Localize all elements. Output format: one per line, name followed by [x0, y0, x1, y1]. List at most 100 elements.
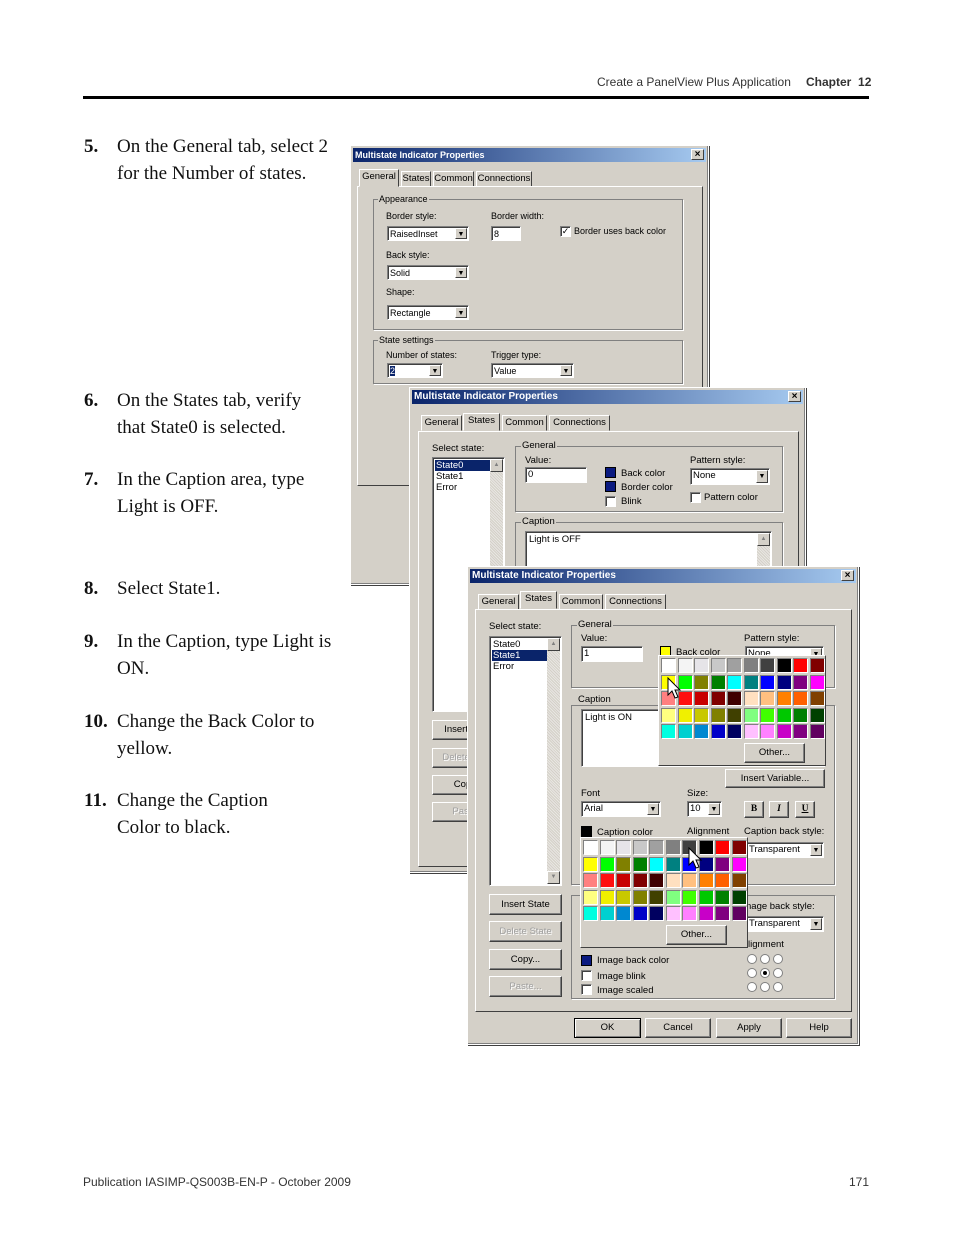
color-swatch[interactable] — [694, 707, 709, 723]
color-swatch[interactable] — [731, 856, 747, 872]
color-swatch[interactable] — [793, 691, 808, 706]
state-item-state0[interactable]: State0 — [435, 460, 491, 471]
dropdown-arrow-icon[interactable]: ▼ — [756, 470, 768, 483]
color-swatch[interactable] — [731, 906, 747, 921]
color-swatch[interactable] — [743, 707, 759, 723]
alignment-radio[interactable] — [747, 968, 757, 978]
color-swatch[interactable] — [694, 658, 709, 673]
color-swatch[interactable] — [710, 691, 726, 706]
color-swatch[interactable] — [632, 889, 648, 905]
color-swatch[interactable] — [727, 674, 742, 690]
color-swatch[interactable] — [661, 707, 676, 723]
color-swatch[interactable] — [616, 840, 631, 855]
color-swatch[interactable] — [710, 658, 726, 673]
dropdown-arrow-icon[interactable]: ▼ — [810, 844, 822, 856]
color-swatch[interactable] — [727, 724, 742, 739]
size-select[interactable]: 10 ▼ — [687, 801, 722, 817]
value-input[interactable]: 0 — [525, 467, 587, 483]
number-of-states-select[interactable]: 2 ▼ — [387, 363, 443, 378]
close-icon[interactable]: × — [788, 391, 801, 402]
color-swatch[interactable] — [599, 840, 615, 855]
color-swatch[interactable] — [743, 674, 759, 690]
color-swatch[interactable] — [776, 674, 792, 690]
color-swatch[interactable] — [616, 906, 631, 921]
color-swatch[interactable] — [809, 674, 825, 690]
color-swatch[interactable] — [776, 724, 792, 739]
color-swatch[interactable] — [710, 674, 726, 690]
tab-common[interactable]: Common — [502, 415, 547, 431]
tab-common[interactable]: Common — [433, 171, 474, 187]
state-item-error[interactable]: Error — [435, 482, 491, 493]
underline-button[interactable]: U — [795, 801, 815, 818]
state-list[interactable]: State0 State1 Error ▲ ▼ — [489, 636, 562, 886]
color-swatch[interactable] — [665, 889, 681, 905]
color-swatch[interactable] — [616, 873, 631, 888]
color-swatch[interactable] — [715, 856, 730, 872]
scrollbar[interactable]: ▲ ▼ — [547, 638, 560, 884]
close-icon[interactable]: × — [841, 570, 854, 581]
alignment-radio[interactable] — [773, 968, 783, 978]
color-swatch[interactable] — [649, 889, 664, 905]
color-swatch[interactable] — [599, 856, 615, 872]
scroll-down-icon[interactable]: ▼ — [547, 871, 560, 884]
color-swatch[interactable] — [583, 906, 598, 921]
image-back-style-select[interactable]: Transparent ▼ — [746, 916, 824, 932]
border-width-input[interactable]: 8 — [491, 226, 521, 241]
color-swatch[interactable] — [694, 691, 709, 706]
dialog-title-bar[interactable]: Multistate Indicator Properties × — [470, 569, 856, 583]
tab-connections[interactable]: Connections — [476, 171, 532, 187]
close-icon[interactable]: × — [691, 149, 704, 160]
dropdown-arrow-icon[interactable]: ▼ — [810, 918, 822, 930]
color-swatch[interactable] — [793, 724, 808, 739]
blink-checkbox[interactable] — [605, 496, 616, 507]
other-color-button[interactable]: Other... — [744, 743, 805, 763]
color-swatch[interactable] — [710, 724, 726, 739]
trigger-type-select[interactable]: Value ▼ — [491, 363, 574, 378]
color-swatch[interactable] — [698, 889, 714, 905]
color-swatch[interactable] — [661, 724, 676, 739]
state-item-error[interactable]: Error — [492, 661, 548, 672]
value-input[interactable]: 1 — [581, 646, 643, 662]
color-swatch[interactable] — [698, 906, 714, 921]
color-swatch[interactable] — [616, 889, 631, 905]
color-swatch[interactable] — [599, 906, 615, 921]
border-color-swatch[interactable] — [605, 481, 616, 492]
color-swatch[interactable] — [599, 873, 615, 888]
cancel-button[interactable]: Cancel — [645, 1018, 711, 1038]
color-swatch[interactable] — [599, 889, 615, 905]
color-swatch[interactable] — [649, 873, 664, 888]
back-style-select[interactable]: Solid ▼ — [387, 265, 469, 280]
tab-states[interactable]: States — [520, 591, 557, 609]
tab-states[interactable]: States — [401, 171, 431, 187]
border-style-select[interactable]: RaisedInset ▼ — [387, 226, 469, 241]
dropdown-arrow-icon[interactable]: ▼ — [455, 267, 467, 278]
color-swatch[interactable] — [583, 889, 598, 905]
color-swatch[interactable] — [694, 724, 709, 739]
ok-button[interactable]: OK — [574, 1018, 641, 1038]
color-swatch[interactable] — [632, 906, 648, 921]
scroll-up-icon[interactable]: ▲ — [757, 533, 770, 546]
color-swatch[interactable] — [583, 856, 598, 872]
caption-color-swatch[interactable] — [581, 826, 592, 837]
color-swatch[interactable] — [760, 658, 775, 673]
color-swatch[interactable] — [677, 724, 693, 739]
dropdown-arrow-icon[interactable]: ▼ — [429, 365, 441, 376]
pattern-color-checkbox[interactable] — [690, 492, 701, 503]
dropdown-arrow-icon[interactable]: ▼ — [647, 803, 659, 815]
insert-state-button[interactable]: Insert State — [489, 894, 562, 915]
tab-connections[interactable]: Connections — [549, 415, 610, 431]
color-swatch[interactable] — [809, 707, 825, 723]
color-swatch[interactable] — [743, 658, 759, 673]
alignment-radio[interactable] — [760, 982, 770, 992]
scroll-up-icon[interactable]: ▲ — [490, 459, 503, 472]
color-swatch[interactable] — [727, 707, 742, 723]
color-swatch[interactable] — [649, 856, 664, 872]
dropdown-arrow-icon[interactable]: ▼ — [560, 365, 572, 376]
color-swatch[interactable] — [727, 691, 742, 706]
caption-back-style-select[interactable]: Transparent ▼ — [746, 842, 824, 858]
dialog-title-bar[interactable]: Multistate Indicator Properties × — [412, 390, 803, 404]
state-item-state1[interactable]: State1 — [492, 650, 548, 661]
tab-common[interactable]: Common — [559, 594, 603, 610]
alignment-radio[interactable] — [773, 982, 783, 992]
color-swatch[interactable] — [776, 707, 792, 723]
